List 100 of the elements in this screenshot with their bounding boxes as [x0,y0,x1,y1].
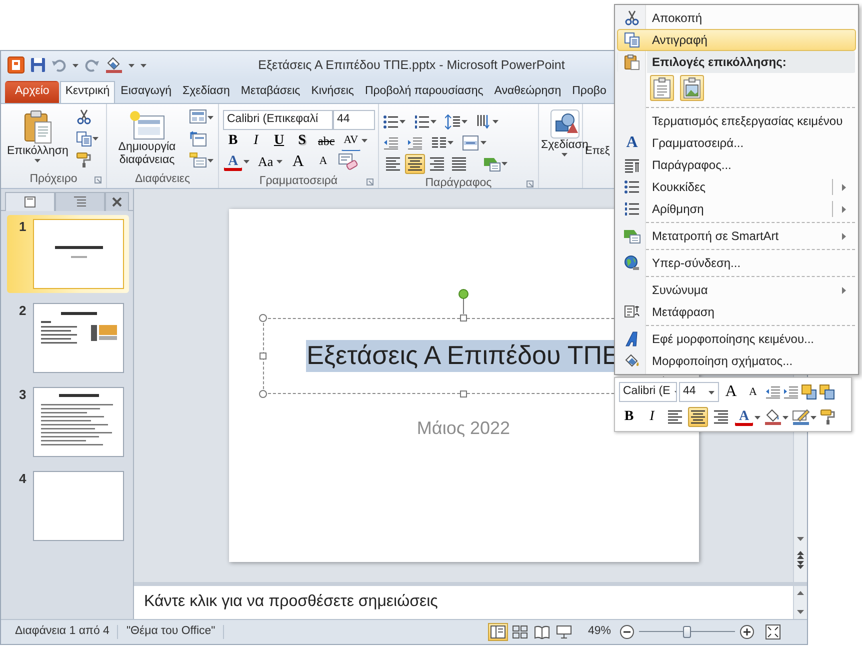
increase-indent-icon[interactable] [783,385,799,399]
scroll-down-icon[interactable] [796,536,805,542]
outline-tab-icon[interactable] [73,196,87,208]
cut-icon[interactable] [76,109,92,125]
fit-to-window-icon[interactable] [765,624,781,640]
menu-item[interactable]: Υπερ-σύνδεση... [617,247,856,274]
caret-icon[interactable] [128,62,135,68]
submenu-arrow-icon[interactable] [841,232,847,240]
copy-icon[interactable] [76,130,92,146]
align-right-icon[interactable] [429,156,445,172]
caret-icon[interactable] [492,119,499,124]
submenu-arrow-icon[interactable] [841,204,847,214]
bold-button[interactable]: B [223,130,243,150]
redo-icon[interactable] [84,57,100,73]
new-slide-icon[interactable] [128,109,166,141]
paste-text-option-icon[interactable] [652,77,672,99]
grow-font-button[interactable]: A [288,152,308,172]
app-logo-icon[interactable] [7,56,25,74]
format-painter-icon[interactable] [76,152,92,168]
paste-icon[interactable] [22,109,54,145]
menu-item[interactable]: Παράγραφος... [617,154,856,176]
caret-icon[interactable] [561,152,568,158]
undo-icon[interactable] [51,57,67,73]
bring-forward-icon[interactable] [801,384,817,400]
slide-thumbnail[interactable] [33,471,124,541]
caret-icon[interactable] [708,390,715,394]
resize-handle[interactable] [460,314,466,322]
ribbon-tab[interactable]: Αναθεώρηση [489,81,566,103]
strikethrough-button[interactable]: abc [315,130,338,150]
decrease-indent-icon[interactable] [765,385,781,399]
ribbon-tab[interactable]: Προβο [567,81,612,103]
caret-icon[interactable] [782,414,789,420]
italic-button[interactable]: I [246,130,266,150]
grow-font-button[interactable]: A [721,382,741,402]
shrink-font-button[interactable]: A [743,382,763,402]
font-color-button[interactable]: A [223,152,243,172]
caret-icon[interactable] [276,159,284,164]
scroll-down-icon[interactable] [796,609,805,615]
justify-icon[interactable] [451,156,467,172]
format-painter-icon[interactable] [820,409,836,425]
editing-button[interactable]: Επεξ [585,145,610,158]
caret-icon[interactable] [72,62,79,68]
align-text-icon[interactable] [462,134,480,150]
resize-handle[interactable] [258,314,266,322]
paste-button[interactable]: Επικόλληση [7,145,68,158]
zoom-in-icon[interactable] [739,624,755,640]
ribbon-tab[interactable]: Μεταβάσεις [236,81,306,103]
smartart-icon[interactable] [483,156,501,172]
numbering-icon[interactable] [414,114,430,128]
close-icon[interactable] [111,196,123,208]
slide-thumbnail[interactable] [33,303,124,373]
underline-button[interactable]: U [269,130,289,150]
italic-button[interactable]: I [642,407,662,427]
caret-icon[interactable] [243,159,250,164]
caret-icon[interactable] [361,138,368,143]
normal-view-icon[interactable] [490,625,506,639]
zoom-slider[interactable] [639,625,735,639]
submenu-arrow-icon[interactable] [841,286,847,294]
ribbon-tab[interactable]: Κινήσεις [306,81,359,103]
text-direction-icon[interactable] [476,114,492,130]
align-right-icon[interactable] [713,409,729,425]
caret-icon[interactable] [754,414,761,420]
file-tab[interactable]: Αρχείο [5,81,60,103]
align-left-icon[interactable] [667,409,683,425]
dialog-launcher-icon[interactable] [526,180,534,188]
zoom-out-icon[interactable] [619,624,635,640]
ribbon-tab[interactable]: Εισαγωγή [116,81,177,103]
font-color-button[interactable]: A [734,407,754,427]
next-slide-icon[interactable] [796,560,805,570]
caret-icon[interactable] [810,414,817,420]
slides-tab-icon[interactable] [24,196,36,208]
columns-icon[interactable] [431,136,447,150]
fill-color-icon[interactable] [764,409,782,425]
bold-button[interactable]: B [619,407,639,427]
resize-handle[interactable] [460,390,466,398]
menu-item[interactable]: Αντιγραφή [617,29,856,51]
dialog-launcher-icon[interactable] [94,176,102,184]
align-center-icon[interactable] [690,409,706,425]
shapes-icon[interactable] [550,109,580,139]
menu-item[interactable]: Συνώνυμα [617,274,856,301]
ribbon-tab[interactable]: Προβολή παρουσίασης [360,81,488,103]
rotation-handle[interactable] [458,289,468,314]
save-icon[interactable] [30,57,46,73]
caret-icon[interactable] [480,140,487,145]
scroll-up-icon[interactable] [796,590,805,596]
resize-handle[interactable] [259,352,266,360]
new-slide-button[interactable]: Δημιουργία διαφάνειας [113,141,181,168]
caret-icon[interactable] [207,158,214,162]
ribbon-tab[interactable]: Σχεδίαση [178,81,235,103]
decrease-indent-icon[interactable] [383,136,399,150]
section-icon[interactable] [189,152,207,168]
caret-icon[interactable] [501,161,508,166]
slide-thumbnail[interactable] [33,387,124,457]
zoom-level[interactable]: 49% [588,625,611,639]
align-left-icon[interactable] [385,156,401,172]
ribbon-tab[interactable]: Κεντρική [60,81,115,103]
slide-show-icon[interactable] [556,625,572,639]
zoom-slider-thumb[interactable] [683,626,691,638]
customize-toolbar-icon[interactable] [140,62,147,68]
reset-icon[interactable] [189,130,207,146]
